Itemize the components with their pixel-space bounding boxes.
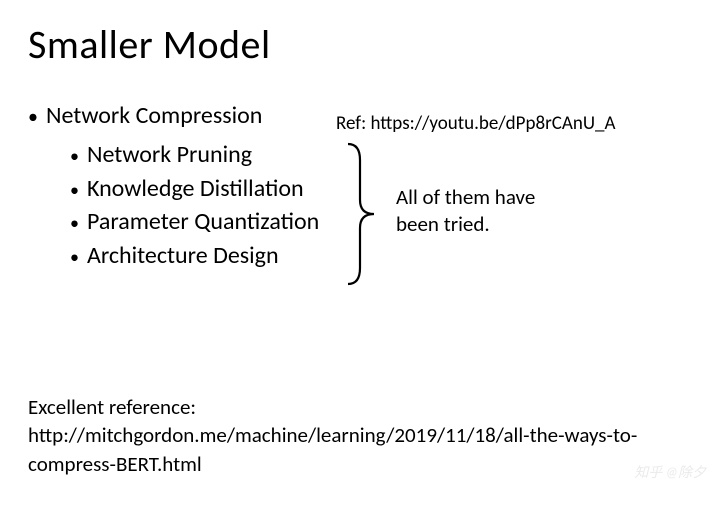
bullet-dot-icon: • [70, 144, 79, 169]
bullet-dot-icon: • [28, 105, 38, 129]
bullet-dot-icon: • [70, 211, 79, 236]
sub-bullet-text: Knowledge Distillation [87, 172, 304, 206]
sub-bullet-text: Parameter Quantization [87, 205, 319, 239]
bullet-dot-icon: • [70, 245, 79, 270]
sub-bullet-text: Architecture Design [87, 239, 279, 273]
reference-top: Ref: https://youtu.be/dPp8rCAnU_A [336, 112, 615, 135]
annotation-line-2: been tried. [396, 211, 535, 238]
sub-bullet-text: Network Pruning [87, 138, 252, 172]
sub-bullet: • Network Pruning [70, 138, 692, 172]
sub-bullet: • Architecture Design [70, 239, 692, 273]
bullet-dot-icon: • [70, 178, 79, 203]
footer-reference-label: Excellent reference: [28, 393, 692, 421]
slide-title: Smaller Model [0, 0, 720, 69]
footer-reference-url: http://mitchgordon.me/machine/learning/2… [28, 421, 692, 478]
annotation-line-1: All of them have [396, 184, 535, 211]
brace-annotation: All of them have been tried. [396, 184, 535, 239]
watermark: 知乎 @除夕 [634, 462, 706, 482]
sub-bullet: • Parameter Quantization [70, 205, 692, 239]
footer-reference: Excellent reference: http://mitchgordon.… [28, 393, 692, 478]
curly-brace-icon [340, 140, 380, 288]
sub-bullet: • Knowledge Distillation [70, 172, 692, 206]
main-bullet-text: Network Compression [46, 101, 262, 130]
